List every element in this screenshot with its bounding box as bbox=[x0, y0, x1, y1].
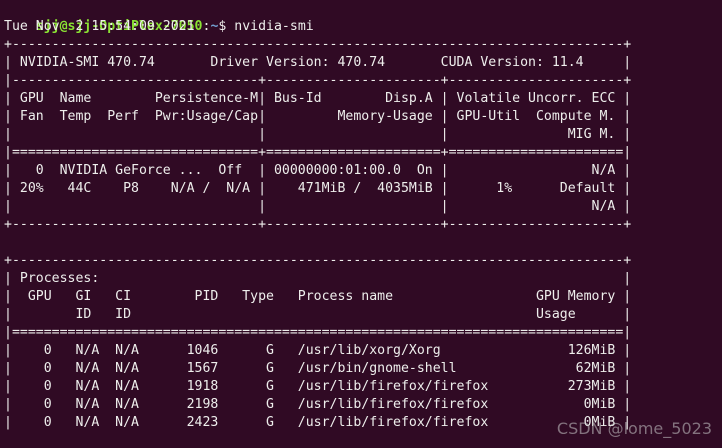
terminal-output-line: | | | N/A | bbox=[4, 199, 632, 214]
terminal-output-line: | 0 N/A N/A 1567 G /usr/bin/gnome-shell … bbox=[4, 361, 632, 376]
terminal-output-line: | 0 N/A N/A 2198 G /usr/lib/firefox/fire… bbox=[4, 397, 632, 412]
watermark-text: CSDN @lome_5023 bbox=[556, 419, 712, 438]
command-text: nvidia-smi bbox=[234, 19, 314, 34]
terminal-window[interactable]: sjj@sjj-OptiPlex-7050:~$ nvidia-smi Tue … bbox=[4, 0, 722, 448]
terminal-output-line: | 20% 44C P8 N/A / N/A | 471MiB / 4035Mi… bbox=[4, 181, 632, 196]
terminal-output-line: Tue Nov 2 15:54:09 2021 bbox=[4, 19, 195, 34]
terminal-output-line: | Processes: | bbox=[4, 271, 632, 286]
terminal-output-line: | GPU Name Persistence-M| Bus-Id Disp.A … bbox=[4, 91, 632, 106]
terminal-output-line: | Fan Temp Perf Pwr:Usage/Cap| Memory-Us… bbox=[4, 109, 632, 124]
prompt-line: sjj@sjj-OptiPlex-7050:~$ nvidia-smi bbox=[4, 0, 314, 34]
terminal-output-line: |=======================================… bbox=[4, 325, 632, 340]
terminal-output-line: +---------------------------------------… bbox=[4, 253, 632, 268]
terminal-output-line: | NVIDIA-SMI 470.74 Driver Version: 470.… bbox=[4, 55, 632, 70]
terminal-output-line: | | | MIG M. | bbox=[4, 127, 632, 142]
terminal-output-line: | GPU GI CI PID Type Process name GPU Me… bbox=[4, 289, 632, 304]
terminal-output-line: | 0 NVIDIA GeForce ... Off | 00000000:01… bbox=[4, 163, 632, 178]
terminal-output-line: | 0 N/A N/A 1918 G /usr/lib/firefox/fire… bbox=[4, 379, 632, 394]
terminal-output-line: +---------------------------------------… bbox=[4, 37, 632, 52]
prompt-symbol: $ bbox=[218, 19, 235, 34]
terminal-output-line: |===============================+=======… bbox=[4, 145, 632, 160]
terminal-output-line: |-------------------------------+-------… bbox=[4, 73, 632, 88]
terminal-output-line: | 0 N/A N/A 2423 G /usr/lib/firefox/fire… bbox=[4, 415, 632, 430]
terminal-output-line: | ID ID Usage | bbox=[4, 307, 632, 322]
terminal-output-line: | 0 N/A N/A 1046 G /usr/lib/xorg/Xorg 12… bbox=[4, 343, 632, 358]
terminal-output-line: +-------------------------------+-------… bbox=[4, 217, 632, 232]
